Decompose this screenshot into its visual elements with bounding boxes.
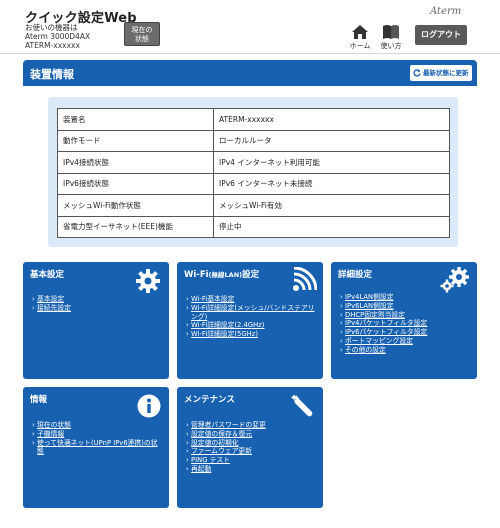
link-list: Wi-Fi基本設定 Wi-Fi詳細設定(メッシュ/バンドステアリング) Wi-F…: [186, 295, 320, 339]
header-divider: [0, 53, 500, 54]
device-info-line: お使いの機器は: [25, 23, 78, 32]
link-ipv4-filter[interactable]: IPv4パケットフィルタ設定: [340, 319, 427, 328]
link-wifi-24ghz[interactable]: Wi-Fi詳細設定(2.4GHz): [186, 321, 320, 330]
link-list: 現在の状態 子機情報 使って快適ネット(UPnP IPv6連携)の状態: [32, 421, 162, 456]
link-reboot[interactable]: 再起動: [186, 465, 266, 474]
book-icon: [383, 25, 399, 39]
home-button[interactable]: ホーム: [346, 24, 374, 51]
header: クイック設定Web お使いの機器は Aterm 3000D4AX ATERM-x…: [0, 0, 500, 54]
tile-basic-settings: 基本設定 基本設定 接続先設定: [23, 262, 169, 379]
link-client-info[interactable]: 子機情報: [32, 430, 162, 439]
row-value: ローカルルータ: [213, 129, 450, 152]
link-other-settings[interactable]: その他の設定: [340, 346, 427, 355]
link-wifi-basic[interactable]: Wi-Fi基本設定: [186, 295, 320, 304]
device-info: お使いの機器は Aterm 3000D4AX ATERM-xxxxxx: [25, 23, 90, 50]
wifi-icon: [293, 267, 317, 291]
table-row: 装置名 ATERM-xxxxxx: [57, 108, 450, 131]
logout-button[interactable]: ログアウト: [415, 25, 467, 45]
row-value: メッシュWi-Fi有効: [213, 194, 450, 217]
row-value: IPv4 インターネット利用可能: [213, 151, 450, 174]
table-row: 省電力型イーサネット(EEE)機能 停止中: [57, 215, 450, 238]
tile-title-main: Wi-Fi: [184, 270, 209, 280]
refresh-icon: [413, 69, 421, 77]
link-ipv4-lan[interactable]: IPv4LAN側設定: [340, 293, 427, 302]
link-ipv6-filter[interactable]: IPv6パケットフィルタ設定: [340, 328, 427, 337]
info-icon: [137, 394, 161, 418]
tile-maintenance: メンテナンス 管理者パスワードの変更 設定値の保存＆復元 設定値の初期化 ファー…: [177, 387, 323, 508]
tile-title: 基本設定: [30, 270, 65, 280]
tile-title: 情報: [30, 395, 48, 405]
row-value: IPv6 インターネット未接続: [213, 172, 450, 195]
link-port-mapping[interactable]: ポートマッピング設定: [340, 337, 427, 346]
device-info-table: 装置名 ATERM-xxxxxx 動作モード ローカルルータ IPv4接続状態 IPv…: [57, 108, 450, 238]
tile-title-small: (無線LAN): [208, 271, 243, 279]
table-row: メッシュWi-Fi動作状態 メッシュWi-Fi有効: [57, 194, 450, 217]
link-backup-restore[interactable]: 設定値の保存＆復元: [186, 430, 266, 439]
link-upnp-status[interactable]: 使って快適ネット(UPnP IPv6連携)の状態: [32, 439, 162, 457]
tile-title-suffix: 設定: [242, 270, 260, 280]
gears-icon: [440, 267, 469, 293]
row-value: ATERM-xxxxxx: [213, 108, 450, 131]
link-ping-test[interactable]: PING テスト: [186, 456, 266, 465]
link-connection-settings[interactable]: 接続先設定: [32, 304, 71, 313]
row-value: 停止中: [213, 215, 450, 238]
tile-wifi-settings: Wi-Fi(無線LAN)設定 Wi-Fi基本設定 Wi-Fi詳細設定(メッシュ/…: [177, 262, 323, 379]
refresh-label: 最新状態に更新: [423, 69, 469, 77]
row-key: 省電力型イーサネット(EEE)機能: [57, 215, 214, 238]
tile-title: メンテナンス: [184, 395, 235, 405]
wrench-icon: [291, 394, 313, 417]
gear-icon: [136, 269, 160, 293]
row-key: IPv6接続状態: [57, 172, 214, 195]
device-info-header: 装置情報 最新状態に更新: [23, 60, 477, 86]
row-key: メッシュWi-Fi動作状態: [57, 194, 214, 217]
table-row: IPv6接続状態 IPv6 インターネット未接続: [57, 172, 450, 195]
table-row: 動作モード ローカルルータ: [57, 129, 450, 152]
link-admin-password[interactable]: 管理者パスワードの変更: [186, 421, 266, 430]
tile-title: Wi-Fi(無線LAN)設定: [184, 268, 259, 280]
link-ipv6-lan[interactable]: IPv6LAN側設定: [340, 302, 427, 311]
link-wifi-mesh[interactable]: Wi-Fi詳細設定(メッシュ/バンドステアリング): [186, 304, 320, 322]
tile-title: 詳細設定: [338, 270, 373, 280]
link-firmware-update[interactable]: ファームウェア更新: [186, 447, 266, 456]
device-model: Aterm 3000D4AX: [25, 32, 91, 41]
status-button-label-2: 状態: [135, 35, 149, 43]
current-status-button[interactable]: 現在の 状態: [124, 22, 160, 46]
row-key: IPv4接続状態: [57, 151, 214, 174]
guide-button[interactable]: 使い方: [377, 24, 405, 51]
status-button-label-1: 現在の: [131, 26, 153, 34]
link-basic-settings[interactable]: 基本設定: [32, 295, 71, 304]
link-wifi-5ghz[interactable]: Wi-Fi詳細設定(5GHz): [186, 330, 320, 339]
link-list: 基本設定 接続先設定: [32, 295, 71, 313]
table-row: IPv4接続状態 IPv4 インターネット利用可能: [57, 151, 450, 174]
link-list: IPv4LAN側設定 IPv6LAN側設定 DHCP固定割当設定 IPv4パケッ…: [340, 293, 427, 355]
guide-label: 使い方: [380, 42, 402, 50]
device-name: ATERM-xxxxxx: [25, 41, 80, 50]
link-list: 管理者パスワードの変更 設定値の保存＆復元 設定値の初期化 ファームウェア更新 …: [186, 421, 266, 474]
home-icon: [352, 25, 368, 39]
row-key: 動作モード: [57, 129, 214, 152]
section-title: 装置情報: [30, 68, 74, 81]
tile-advanced-settings: 詳細設定 IPv4LAN側設定 IPv6LAN側設定 DHCP固定割当設定 IP…: [331, 262, 477, 379]
link-current-status[interactable]: 現在の状態: [32, 421, 162, 430]
refresh-button[interactable]: 最新状態に更新: [410, 65, 472, 81]
home-label: ホーム: [349, 42, 371, 50]
row-key: 装置名: [57, 108, 214, 131]
tile-info: 情報 現在の状態 子機情報 使って快適ネット(UPnP IPv6連携)の状態: [23, 387, 169, 508]
brand-logo: Aterm: [430, 6, 462, 17]
